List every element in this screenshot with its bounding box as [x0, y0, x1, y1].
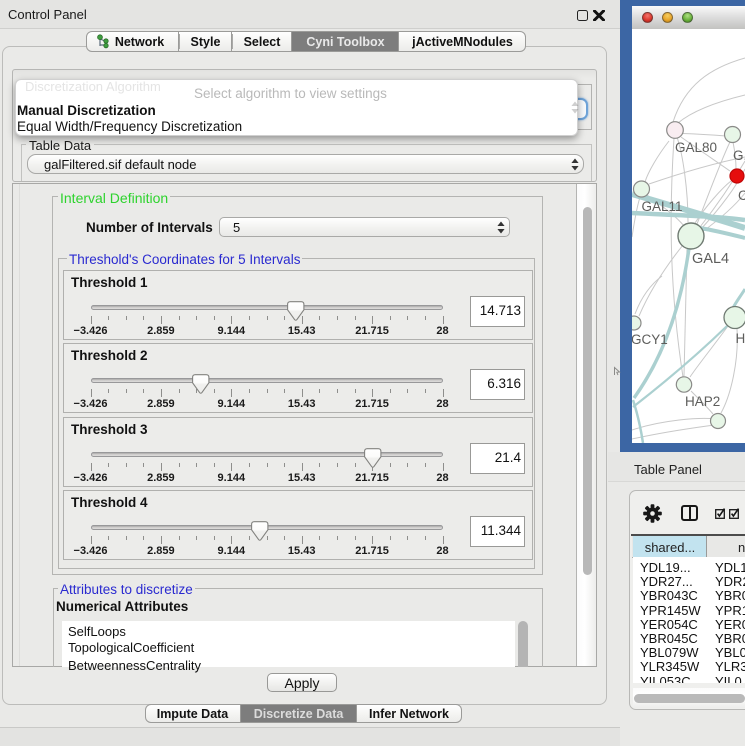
svg-text:GCY1: GCY1 [632, 332, 668, 347]
svg-text:C: C [738, 188, 745, 203]
svg-text:H: H [736, 331, 745, 346]
svg-text:GAL4: GAL4 [692, 251, 729, 267]
svg-text:GAL11: GAL11 [642, 199, 683, 214]
svg-text:HAP2: HAP2 [685, 394, 720, 409]
svg-text:G.: G. [733, 148, 745, 163]
svg-text:GAL80: GAL80 [675, 140, 717, 155]
